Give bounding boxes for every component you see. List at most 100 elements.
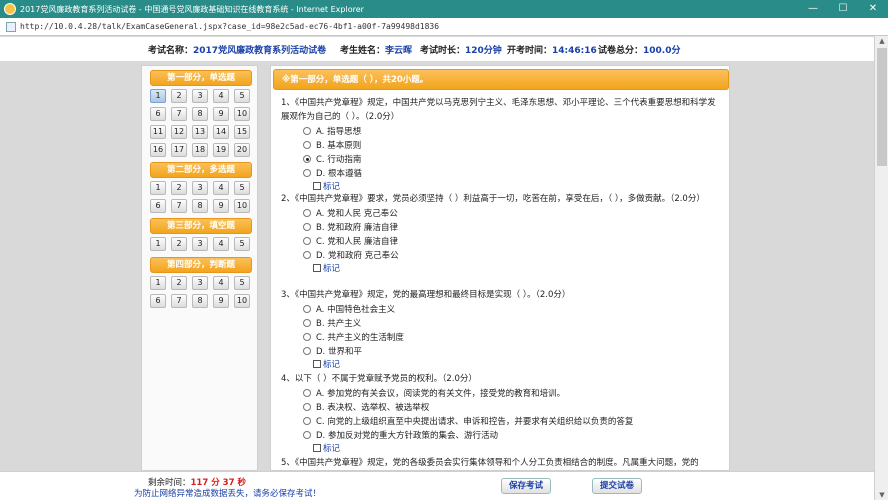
question-number-button[interactable]: 12: [171, 125, 187, 139]
url-text[interactable]: http://10.0.4.28/talk/ExamCaseGeneral.js…: [20, 22, 439, 31]
radio-button[interactable]: [303, 209, 311, 217]
radio-button[interactable]: [303, 333, 311, 341]
question-number-button[interactable]: 6: [150, 107, 166, 121]
radio-button[interactable]: [303, 237, 311, 245]
question-number-button[interactable]: 4: [213, 276, 229, 290]
question-number-button[interactable]: 5: [234, 276, 250, 290]
question-number-button[interactable]: 13: [192, 125, 208, 139]
question-number-button[interactable]: 11: [150, 125, 166, 139]
question-number-button[interactable]: 2: [171, 89, 187, 103]
question-number-button[interactable]: 3: [192, 89, 208, 103]
question-number-button[interactable]: 9: [213, 107, 229, 121]
question-number-button[interactable]: 5: [234, 89, 250, 103]
question-number-button[interactable]: 19: [213, 143, 229, 157]
question-number-button[interactable]: 10: [234, 294, 250, 308]
question-number-button[interactable]: 2: [171, 276, 187, 290]
question-number-button[interactable]: 18: [192, 143, 208, 157]
question-number-button[interactable]: 3: [192, 181, 208, 195]
radio-button[interactable]: [303, 347, 311, 355]
mark-toggle[interactable]: 标记: [313, 180, 721, 192]
question-number-button[interactable]: 1: [150, 237, 166, 251]
question-number-button[interactable]: 16: [150, 143, 166, 157]
question-number-button[interactable]: 8: [192, 199, 208, 213]
radio-button[interactable]: [303, 305, 311, 313]
mark-checkbox[interactable]: [313, 264, 321, 272]
answer-option[interactable]: B. 基本原则: [303, 138, 721, 152]
save-exam-button[interactable]: 保存考试: [501, 478, 551, 494]
question-number-button[interactable]: 5: [234, 181, 250, 195]
radio-button[interactable]: [303, 403, 311, 411]
answer-option[interactable]: C. 党和人民 廉洁自律: [303, 234, 721, 248]
question-number-button[interactable]: 6: [150, 294, 166, 308]
question-number-button[interactable]: 9: [213, 294, 229, 308]
question-number-button[interactable]: 1: [150, 89, 166, 103]
answer-option[interactable]: D. 根本遵循: [303, 166, 721, 180]
mark-toggle[interactable]: 标记: [313, 358, 721, 370]
question-number-button[interactable]: 5: [234, 237, 250, 251]
question-number-button[interactable]: 1: [150, 181, 166, 195]
answer-option[interactable]: C. 向党的上级组织直至中央提出请求、申诉和控告，并要求有关组织给以负责的答复: [303, 414, 721, 428]
close-button[interactable]: ✕: [858, 0, 888, 18]
mark-checkbox[interactable]: [313, 360, 321, 368]
question-number-button[interactable]: 14: [213, 125, 229, 139]
question-number-button[interactable]: 15: [234, 125, 250, 139]
radio-button[interactable]: [303, 389, 311, 397]
radio-button[interactable]: [303, 141, 311, 149]
scroll-down-arrow-icon[interactable]: ▼: [875, 490, 888, 500]
question-number-button[interactable]: 10: [234, 107, 250, 121]
answer-option[interactable]: A. 中国特色社会主义: [303, 302, 721, 316]
mark-toggle[interactable]: 标记: [313, 442, 721, 454]
question-number-button[interactable]: 4: [213, 237, 229, 251]
section-header-single[interactable]: 第一部分，单选题: [150, 70, 252, 86]
question-number-button[interactable]: 7: [171, 199, 187, 213]
radio-button[interactable]: [303, 431, 311, 439]
vertical-scrollbar[interactable]: ▲ ▼: [874, 36, 888, 500]
question-number-button[interactable]: 17: [171, 143, 187, 157]
question-number-button[interactable]: 10: [234, 199, 250, 213]
answer-option[interactable]: C. 行动指南: [303, 152, 721, 166]
maximize-button[interactable]: ☐: [828, 0, 858, 18]
radio-button[interactable]: [303, 169, 311, 177]
answer-option[interactable]: C. 共产主义的生活制度: [303, 330, 721, 344]
question-number-button[interactable]: 4: [213, 89, 229, 103]
question-number-button[interactable]: 20: [234, 143, 250, 157]
answer-option[interactable]: D. 党和政府 克己奉公: [303, 248, 721, 262]
answer-option[interactable]: A. 党和人民 克己奉公: [303, 206, 721, 220]
question-number-button[interactable]: 6: [150, 199, 166, 213]
question-number-button[interactable]: 3: [192, 276, 208, 290]
answer-option[interactable]: A. 指导思想: [303, 124, 721, 138]
question-number-button[interactable]: 8: [192, 294, 208, 308]
question-number-button[interactable]: 3: [192, 237, 208, 251]
answer-option[interactable]: B. 表决权、选举权、被选举权: [303, 400, 721, 414]
radio-button[interactable]: [303, 127, 311, 135]
answer-option[interactable]: B. 党和政府 廉洁自律: [303, 220, 721, 234]
answer-option[interactable]: D. 参加反对党的重大方针政策的集会、游行活动: [303, 428, 721, 442]
radio-button[interactable]: [303, 251, 311, 259]
scrollbar-thumb[interactable]: [877, 48, 887, 166]
submit-exam-button[interactable]: 提交试卷: [592, 478, 642, 494]
scroll-up-arrow-icon[interactable]: ▲: [875, 36, 888, 46]
mark-toggle[interactable]: 标记: [313, 262, 721, 274]
section-header-judge[interactable]: 第四部分，判断题: [150, 257, 252, 273]
question-number-button[interactable]: 2: [171, 181, 187, 195]
question-number-button[interactable]: 2: [171, 237, 187, 251]
radio-button[interactable]: [303, 223, 311, 231]
minimize-button[interactable]: —: [798, 0, 828, 18]
answer-option[interactable]: D. 世界和平: [303, 344, 721, 358]
question-number-button[interactable]: 9: [213, 199, 229, 213]
radio-button[interactable]: [303, 155, 311, 163]
section-header-multi[interactable]: 第二部分，多选题: [150, 162, 252, 178]
question-number-button[interactable]: 1: [150, 276, 166, 290]
radio-button[interactable]: [303, 417, 311, 425]
question-number-button[interactable]: 7: [171, 294, 187, 308]
radio-button[interactable]: [303, 319, 311, 327]
answer-option[interactable]: A. 参加党的有关会议，阅读党的有关文件，接受党的教育和培训。: [303, 386, 721, 400]
question-number-button[interactable]: 4: [213, 181, 229, 195]
question-number-button[interactable]: 7: [171, 107, 187, 121]
answer-option[interactable]: B. 共产主义: [303, 316, 721, 330]
address-bar[interactable]: http://10.0.4.28/talk/ExamCaseGeneral.js…: [0, 18, 888, 36]
question-number-button[interactable]: 8: [192, 107, 208, 121]
mark-checkbox[interactable]: [313, 444, 321, 452]
section-header-fill[interactable]: 第三部分，填空题: [150, 218, 252, 234]
mark-checkbox[interactable]: [313, 182, 321, 190]
